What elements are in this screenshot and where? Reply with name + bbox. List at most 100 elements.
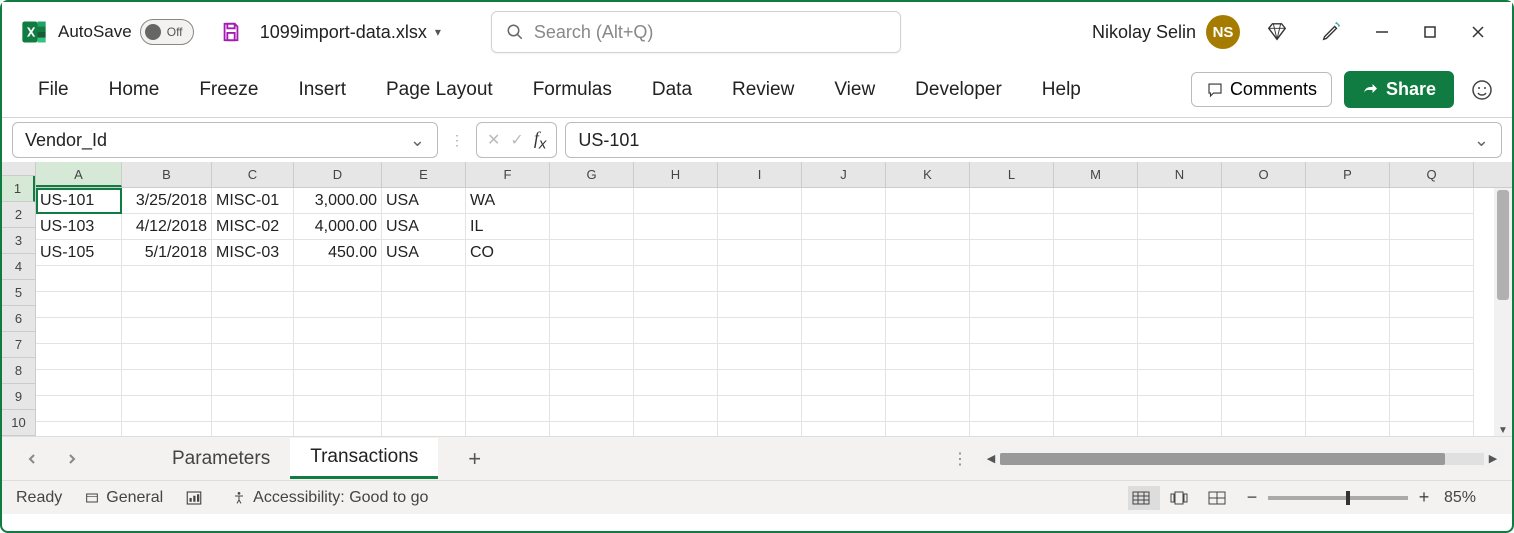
cell-Q1[interactable]	[1390, 188, 1474, 214]
cell-A9[interactable]	[36, 396, 122, 422]
cell-F6[interactable]	[466, 318, 550, 344]
save-icon[interactable]	[220, 21, 242, 43]
cell-N6[interactable]	[1138, 318, 1222, 344]
view-normal-button[interactable]	[1128, 486, 1160, 510]
status-stats-icon[interactable]	[185, 489, 209, 507]
row-header-8[interactable]: 8	[2, 358, 35, 384]
cell-Q3[interactable]	[1390, 240, 1474, 266]
cell-D1[interactable]: 3,000.00	[294, 188, 382, 214]
cell-M8[interactable]	[1054, 370, 1138, 396]
cell-K5[interactable]	[886, 292, 970, 318]
ribbon-tab-data[interactable]: Data	[634, 71, 710, 109]
column-header-E[interactable]: E	[382, 162, 466, 187]
select-all-corner[interactable]	[2, 162, 36, 176]
cell-H6[interactable]	[634, 318, 718, 344]
cell-Q2[interactable]	[1390, 214, 1474, 240]
share-button[interactable]: Share	[1344, 71, 1454, 108]
cell-F8[interactable]	[466, 370, 550, 396]
cell-L7[interactable]	[970, 344, 1054, 370]
cell-H5[interactable]	[634, 292, 718, 318]
cell-H2[interactable]	[634, 214, 718, 240]
cell-E9[interactable]	[382, 396, 466, 422]
column-header-B[interactable]: B	[122, 162, 212, 187]
cell-B8[interactable]	[122, 370, 212, 396]
zoom-out-button[interactable]: −	[1242, 487, 1262, 508]
row-header-4[interactable]: 4	[2, 254, 35, 280]
expand-formula-icon[interactable]: ⌄	[1474, 130, 1489, 151]
cell-L5[interactable]	[970, 292, 1054, 318]
cell-O4[interactable]	[1222, 266, 1306, 292]
cell-L6[interactable]	[970, 318, 1054, 344]
cell-O2[interactable]	[1222, 214, 1306, 240]
cell-B4[interactable]	[122, 266, 212, 292]
ribbon-tab-view[interactable]: View	[816, 71, 893, 109]
sheet-tab-parameters[interactable]: Parameters	[152, 440, 290, 478]
column-header-J[interactable]: J	[802, 162, 886, 187]
cell-D10[interactable]	[294, 422, 382, 436]
cell-I5[interactable]	[718, 292, 802, 318]
cell-G6[interactable]	[550, 318, 634, 344]
view-page-break-button[interactable]	[1204, 486, 1236, 510]
cell-N7[interactable]	[1138, 344, 1222, 370]
cell-J4[interactable]	[802, 266, 886, 292]
column-header-P[interactable]: P	[1306, 162, 1390, 187]
cell-K7[interactable]	[886, 344, 970, 370]
cell-P3[interactable]	[1306, 240, 1390, 266]
view-page-layout-button[interactable]	[1166, 486, 1198, 510]
cell-A5[interactable]	[36, 292, 122, 318]
cell-N4[interactable]	[1138, 266, 1222, 292]
cell-F3[interactable]: CO	[466, 240, 550, 266]
cell-I3[interactable]	[718, 240, 802, 266]
cell-J3[interactable]	[802, 240, 886, 266]
cell-I8[interactable]	[718, 370, 802, 396]
cell-P5[interactable]	[1306, 292, 1390, 318]
cell-E4[interactable]	[382, 266, 466, 292]
cell-O9[interactable]	[1222, 396, 1306, 422]
column-header-N[interactable]: N	[1138, 162, 1222, 187]
cell-L2[interactable]	[970, 214, 1054, 240]
column-header-I[interactable]: I	[718, 162, 802, 187]
cell-H7[interactable]	[634, 344, 718, 370]
cell-I4[interactable]	[718, 266, 802, 292]
column-header-H[interactable]: H	[634, 162, 718, 187]
cell-B2[interactable]: 4/12/2018	[122, 214, 212, 240]
cell-D8[interactable]	[294, 370, 382, 396]
cell-Q8[interactable]	[1390, 370, 1474, 396]
cell-F2[interactable]: IL	[466, 214, 550, 240]
cell-O6[interactable]	[1222, 318, 1306, 344]
cell-D3[interactable]: 450.00	[294, 240, 382, 266]
scrollbar-thumb[interactable]	[1000, 453, 1445, 465]
column-header-M[interactable]: M	[1054, 162, 1138, 187]
cell-Q4[interactable]	[1390, 266, 1474, 292]
autosave-toggle[interactable]: Off	[140, 19, 194, 45]
scroll-down-icon[interactable]: ▼	[1498, 425, 1508, 436]
cell-D9[interactable]	[294, 396, 382, 422]
cell-P7[interactable]	[1306, 344, 1390, 370]
chevron-down-icon[interactable]: ⌄	[410, 130, 425, 151]
cell-I2[interactable]	[718, 214, 802, 240]
cell-P9[interactable]	[1306, 396, 1390, 422]
cell-O7[interactable]	[1222, 344, 1306, 370]
row-header-3[interactable]: 3	[2, 228, 35, 254]
cell-N8[interactable]	[1138, 370, 1222, 396]
cell-E10[interactable]	[382, 422, 466, 436]
formula-input[interactable]: US-101 ⌄	[565, 122, 1502, 158]
cell-G10[interactable]	[550, 422, 634, 436]
cell-J8[interactable]	[802, 370, 886, 396]
cell-C2[interactable]: MISC-02	[212, 214, 294, 240]
scrollbar-thumb[interactable]	[1497, 190, 1509, 300]
cell-O5[interactable]	[1222, 292, 1306, 318]
cell-Q7[interactable]	[1390, 344, 1474, 370]
cell-B5[interactable]	[122, 292, 212, 318]
cell-C1[interactable]: MISC-01	[212, 188, 294, 214]
cell-B6[interactable]	[122, 318, 212, 344]
cell-O8[interactable]	[1222, 370, 1306, 396]
cell-M4[interactable]	[1054, 266, 1138, 292]
cell-M9[interactable]	[1054, 396, 1138, 422]
status-accessibility[interactable]: Accessibility: Good to go	[231, 489, 428, 507]
cell-K8[interactable]	[886, 370, 970, 396]
cell-Q9[interactable]	[1390, 396, 1474, 422]
row-header-6[interactable]: 6	[2, 306, 35, 332]
cell-A6[interactable]	[36, 318, 122, 344]
cell-I1[interactable]	[718, 188, 802, 214]
